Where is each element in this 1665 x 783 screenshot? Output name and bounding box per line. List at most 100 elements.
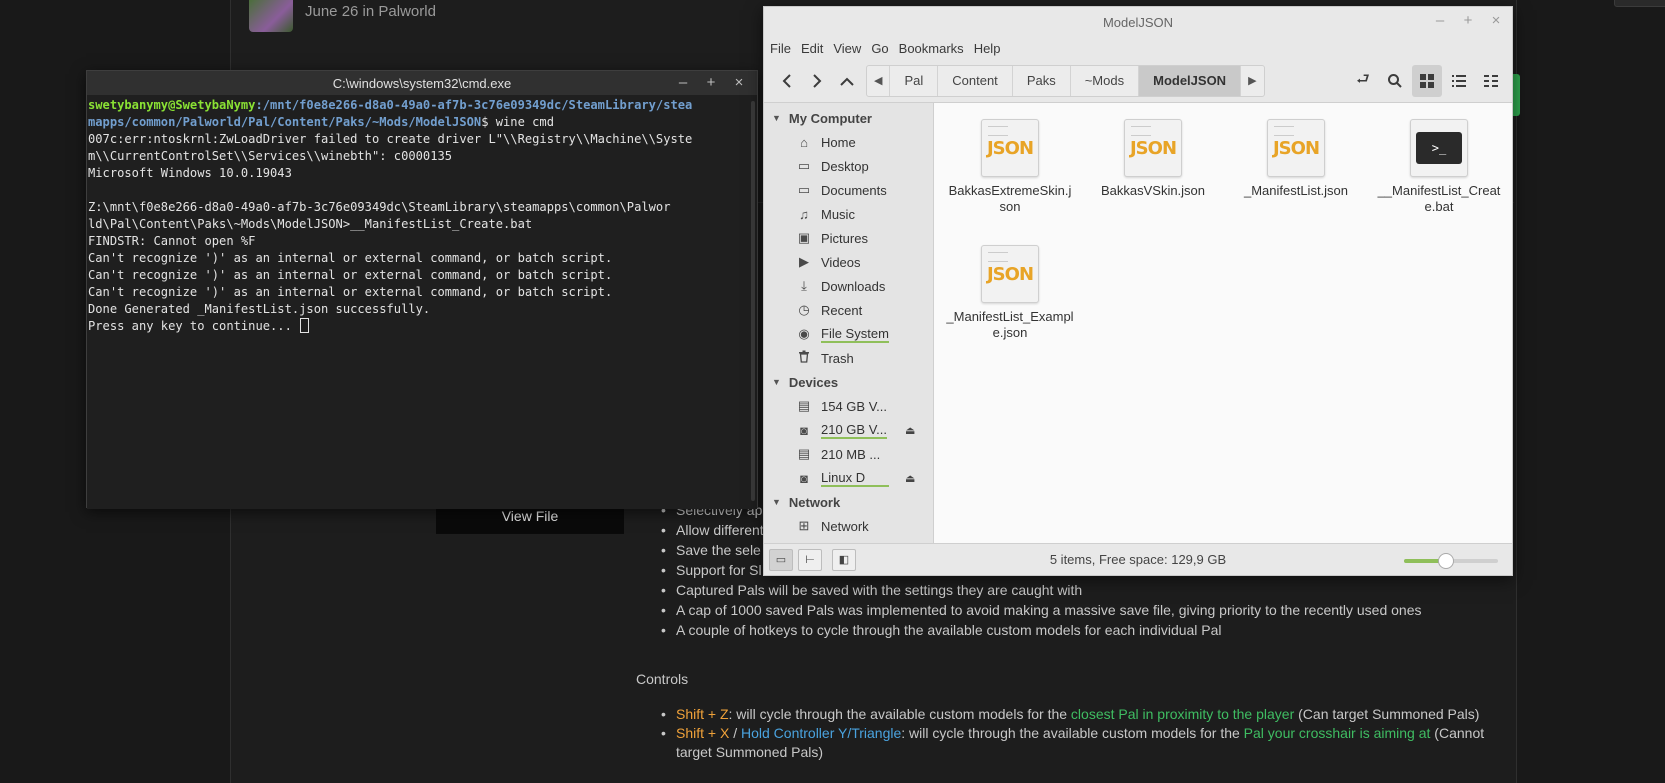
prompt-path: mapps/common/Palworld/Pal/Content/Paks/~… — [88, 115, 482, 129]
json-badge: JSON — [986, 263, 1034, 285]
terminal-line: Z:\mnt\f0e8e266-d8a0-49a0-af7b-3c76e0934… — [88, 200, 671, 214]
sidebar-item-desktop[interactable]: ▭ Desktop — [764, 154, 933, 178]
terminal-scrollbar[interactable] — [751, 101, 755, 501]
terminal-window[interactable]: C:\windows\system32\cmd.exe – + × swetyb… — [86, 70, 758, 509]
sidebar-item-label: File System — [821, 325, 889, 343]
places-sidebar: ▼ My Computer ⌂ Home ▭ Desktop ▭ Documents ♫… — [764, 103, 934, 543]
list-item: A cap of 1000 saved Pals was implemented… — [660, 600, 1460, 620]
file-manager-titlebar[interactable]: ModelJSON – + × — [764, 7, 1512, 37]
breadcrumb-paks[interactable]: Paks — [1013, 65, 1071, 96]
control-text: (Can target Summoned Pals) — [1294, 706, 1480, 722]
collapse-triangle-icon[interactable]: ▼ — [772, 113, 781, 123]
breadcrumb-mods[interactable]: ~Mods — [1071, 65, 1140, 96]
back-icon[interactable] — [772, 65, 802, 97]
sidebar-section-devices[interactable]: ▼ Devices — [764, 370, 933, 394]
sidebar-item-label: Network — [821, 518, 869, 534]
breadcrumb-modeljson[interactable]: ModelJSON — [1139, 65, 1242, 96]
file-item[interactable]: JSON BakkasVSkin.json — [1089, 119, 1217, 199]
breadcrumb-content[interactable]: Content — [938, 65, 1013, 96]
json-file-icon: JSON — [1124, 119, 1182, 177]
menu-help[interactable]: Help — [974, 41, 1009, 56]
follow-button[interactable] — [1614, 0, 1665, 7]
minimize-icon[interactable]: – — [669, 74, 697, 92]
zoom-slider[interactable] — [1404, 553, 1498, 569]
breadcrumb-pal[interactable]: Pal — [890, 65, 939, 96]
sidebar-item-label: 210 MB ... — [821, 446, 881, 462]
control-text: : will cycle through the available custo… — [728, 706, 1071, 722]
minimize-icon[interactable]: – — [1426, 12, 1454, 30]
breadcrumb-right-arrow-icon[interactable]: ▶ — [1241, 66, 1263, 96]
sidebar-item-music[interactable]: ♫ Music — [764, 202, 933, 226]
collapse-triangle-icon[interactable]: ▼ — [772, 377, 781, 387]
search-icon[interactable] — [1380, 65, 1410, 97]
sidebar-item-pictures[interactable]: ▣ Pictures — [764, 226, 933, 250]
sidebar-item-label: 154 GB V... — [821, 398, 888, 414]
home-icon: ⌂ — [800, 134, 808, 150]
sidebar-item-device[interactable]: ◙ Linux D ⏏ — [764, 466, 933, 490]
window-title: C:\windows\system32\cmd.exe — [332, 75, 512, 91]
sidebar-item-device[interactable]: ◙ 210 GB V... ⏏ — [764, 418, 933, 442]
menu-file[interactable]: File — [770, 41, 799, 56]
up-icon[interactable] — [832, 65, 862, 97]
file-item[interactable]: JSON BakkasExtremeSkin.json — [946, 119, 1074, 215]
sidebar-item-recent[interactable]: ◷ Recent — [764, 298, 933, 322]
window-title: ModelJSON — [1102, 14, 1174, 30]
terminal-titlebar[interactable]: C:\windows\system32\cmd.exe – + × — [87, 71, 757, 95]
file-name: _ManifestList_Example.json — [946, 309, 1074, 340]
sidebar-item-downloads[interactable]: ⤓ Downloads — [764, 274, 933, 298]
menu-view[interactable]: View — [833, 41, 869, 56]
terminal-line: 007c:err:ntoskrnl:ZwLoadDriver failed to… — [88, 132, 693, 146]
file-item[interactable]: >_ __ManifestList_Create.bat — [1375, 119, 1503, 215]
eject-icon[interactable]: ⏏ — [905, 424, 915, 437]
menu-go[interactable]: Go — [871, 41, 896, 56]
file-item[interactable]: JSON _ManifestList_Example.json — [946, 245, 1074, 341]
menu-edit[interactable]: Edit — [801, 41, 831, 56]
sidebar-item-device[interactable]: ▤ 210 MB ... — [764, 442, 933, 466]
toggle-location-icon[interactable]: ⮐ — [1348, 65, 1378, 97]
file-lines-decoration — [988, 126, 1008, 136]
close-icon[interactable]: × — [725, 74, 753, 92]
maximize-icon[interactable]: + — [697, 74, 725, 92]
breadcrumb-left-arrow-icon[interactable]: ◀ — [867, 65, 891, 96]
sidebar-item-label: 210 GB V... — [821, 421, 888, 439]
compact-view-icon[interactable] — [1476, 65, 1506, 97]
sidebar-item-label: Recent — [821, 302, 863, 318]
list-view-icon[interactable] — [1444, 65, 1474, 97]
file-lines-decoration — [1131, 126, 1151, 136]
post-author-row: June 26 in Palworld — [249, 0, 436, 32]
json-file-icon: JSON — [1267, 119, 1325, 177]
window-controls: – + × — [669, 74, 753, 92]
sidebar-item-videos[interactable]: ▶ Videos — [764, 250, 933, 274]
sidebar-item-device[interactable]: ▤ 154 GB V... — [764, 394, 933, 418]
sidebar-item-home[interactable]: ⌂ Home — [764, 130, 933, 154]
collapse-triangle-icon[interactable]: ▼ — [772, 497, 781, 507]
side-green-tab[interactable] — [1512, 74, 1520, 116]
file-manager-window[interactable]: ModelJSON – + × File Edit View Go Bookma… — [763, 6, 1513, 576]
post-date: June 26 in Palworld — [305, 2, 436, 20]
sidebar-item-network[interactable]: ⊞ Network — [764, 514, 933, 538]
terminal-line: mapps/common/Palworld/Pal/Content/Paks/~… — [88, 114, 757, 131]
file-grid[interactable]: JSON BakkasExtremeSkin.json JSON BakkasV… — [934, 103, 1512, 543]
drive-icon: ◙ — [800, 422, 808, 438]
text-cursor — [300, 318, 310, 333]
file-item[interactable]: JSON _ManifestList.json — [1232, 119, 1360, 199]
maximize-icon[interactable]: + — [1454, 12, 1482, 30]
sidebar-section-network[interactable]: ▼ Network — [764, 490, 933, 514]
eject-icon[interactable]: ⏏ — [905, 472, 915, 485]
sidebar-item-documents[interactable]: ▭ Documents — [764, 178, 933, 202]
icon-view-icon[interactable] — [1412, 65, 1442, 97]
avatar[interactable] — [249, 0, 293, 32]
sidebar-item-label: Music — [821, 206, 855, 222]
terminal-output[interactable]: swetybanymy@SwetybaNymy:/mnt/f0e8e266-d8… — [87, 95, 757, 509]
control-separator: / — [729, 725, 741, 741]
sidebar-item-label: Trash — [821, 350, 854, 366]
sidebar-item-file-system[interactable]: ◉ File System — [764, 322, 933, 346]
sidebar-section-my-computer[interactable]: ▼ My Computer — [764, 106, 933, 130]
sidebar-item-trash[interactable]: Trash — [764, 346, 933, 370]
json-badge: JSON — [986, 137, 1034, 159]
close-icon[interactable]: × — [1482, 12, 1510, 30]
forward-icon[interactable] — [802, 65, 832, 97]
menu-bookmarks[interactable]: Bookmarks — [899, 41, 972, 56]
sidebar-section-label: Devices — [788, 374, 839, 390]
